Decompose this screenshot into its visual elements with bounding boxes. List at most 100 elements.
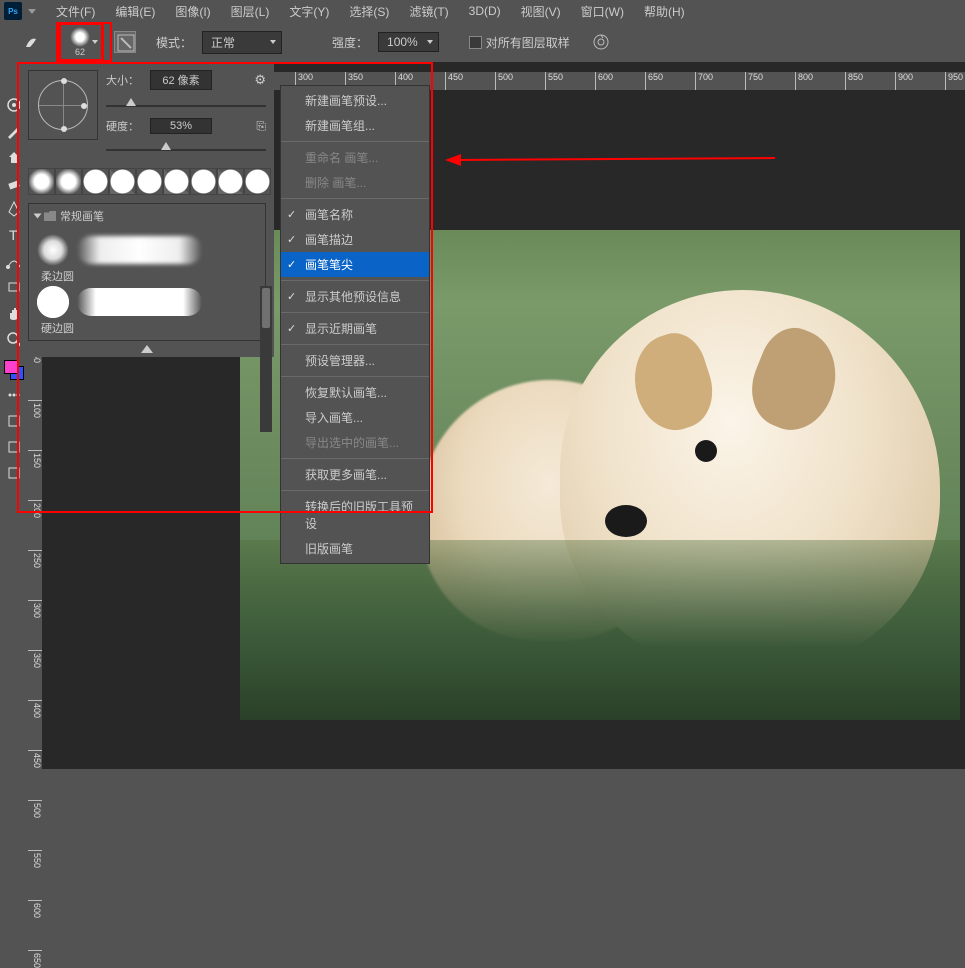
menu-filter[interactable]: 滤镜(T) <box>399 1 458 22</box>
context-menu-item[interactable]: 转换后的旧版工具预设 <box>281 494 429 536</box>
ruler-tick: 600 <box>28 900 42 918</box>
ruler-tick: 100 <box>28 400 42 418</box>
recent-brush[interactable] <box>190 168 217 195</box>
ruler-tick: 950 <box>945 72 963 90</box>
context-menu-label: 画笔笔尖 <box>305 258 353 272</box>
context-menu-label: 新建画笔组... <box>305 119 375 133</box>
context-menu-item: 删除 画笔... <box>281 170 429 195</box>
ruler-tick: 400 <box>28 700 42 718</box>
brush-thumb-icon <box>37 234 69 266</box>
size-slider[interactable] <box>106 98 266 112</box>
context-menu-item[interactable]: 获取更多画笔... <box>281 462 429 487</box>
context-menu-item[interactable]: 显示近期画笔 <box>281 316 429 341</box>
check-icon <box>287 232 297 242</box>
resize-handle-icon[interactable] <box>141 345 153 353</box>
context-menu-label: 导入画笔... <box>305 411 363 425</box>
brush-stroke-preview <box>77 288 202 316</box>
ruler-tick: 650 <box>28 950 42 968</box>
folder-header[interactable]: 常规画笔 <box>29 204 265 228</box>
context-menu-item[interactable]: 显示其他预设信息 <box>281 284 429 309</box>
recent-brush[interactable] <box>82 168 109 195</box>
context-menu-item[interactable]: 预设管理器... <box>281 348 429 373</box>
brush-panel-toggle[interactable] <box>114 31 136 53</box>
new-preset-icon[interactable]: ⎘ <box>256 119 266 134</box>
context-menu-label: 画笔描边 <box>305 233 353 247</box>
context-menu-item[interactable]: 画笔名称 <box>281 202 429 227</box>
sample-all-checkbox[interactable] <box>469 36 482 49</box>
brush-item-label: 柔边圆 <box>37 268 257 284</box>
context-menu-item[interactable]: 画笔描边 <box>281 227 429 252</box>
menu-type[interactable]: 文字(Y) <box>279 1 339 22</box>
recent-brush[interactable] <box>28 168 55 195</box>
gear-icon[interactable]: ⚙ <box>254 72 266 88</box>
strength-label: 强度： <box>332 34 368 51</box>
check-icon <box>287 257 297 267</box>
menu-layer[interactable]: 图层(L) <box>221 1 280 22</box>
ruler-tick: 500 <box>28 800 42 818</box>
context-menu-label: 转换后的旧版工具预设 <box>305 500 413 531</box>
brush-item-hard[interactable] <box>37 284 257 320</box>
color-swatch[interactable] <box>4 360 24 380</box>
recent-brush[interactable] <box>136 168 163 195</box>
more-tools-icon[interactable] <box>3 384 25 406</box>
context-menu-item: 导出选中的画笔... <box>281 430 429 455</box>
brush-folder-section: 常规画笔 柔边圆 硬边圆 <box>28 203 266 341</box>
brush-preset-picker[interactable]: 62 <box>56 22 104 62</box>
menu-window[interactable]: 窗口(W) <box>571 1 634 22</box>
recent-brush[interactable] <box>55 168 82 195</box>
check-icon <box>287 289 297 299</box>
edit-toolbar-icon[interactable] <box>3 410 25 432</box>
ruler-tick: 450 <box>445 72 463 90</box>
app-menu-arrow-icon[interactable] <box>28 9 36 14</box>
ruler-tick: 850 <box>845 72 863 90</box>
context-menu-label: 画笔名称 <box>305 208 353 222</box>
menu-edit[interactable]: 编辑(E) <box>105 1 165 22</box>
menu-help[interactable]: 帮助(H) <box>634 1 695 22</box>
menu-view[interactable]: 视图(V) <box>511 1 571 22</box>
ruler-tick: 300 <box>28 600 42 618</box>
menu-3d[interactable]: 3D(D) <box>459 2 511 20</box>
context-menu-label: 显示近期画笔 <box>305 322 377 336</box>
context-menu-label: 显示其他预设信息 <box>305 290 401 304</box>
quick-mask-icon[interactable] <box>3 436 25 458</box>
recent-brush[interactable] <box>163 168 190 195</box>
context-menu-item[interactable]: 画笔笔尖 <box>281 252 429 277</box>
brush-item-soft[interactable] <box>37 232 257 268</box>
screen-mode-icon[interactable] <box>3 462 25 484</box>
hardness-slider[interactable] <box>106 142 266 156</box>
context-menu-label: 导出选中的画笔... <box>305 436 399 450</box>
menu-select[interactable]: 选择(S) <box>339 1 399 22</box>
options-bar: 62 模式： 正常 强度： 100% 对所有图层取样 <box>0 22 965 62</box>
pressure-icon[interactable] <box>590 31 612 53</box>
strength-dropdown[interactable]: 100% <box>378 32 439 52</box>
context-menu-label: 预设管理器... <box>305 354 375 368</box>
recent-brush[interactable] <box>244 168 271 195</box>
ruler-tick: 350 <box>28 650 42 668</box>
ruler-tick: 750 <box>745 72 763 90</box>
hardness-input[interactable]: 53% <box>150 118 212 134</box>
menu-image[interactable]: 图像(I) <box>165 1 220 22</box>
foreground-color[interactable] <box>4 360 18 374</box>
context-menu-item[interactable]: 旧版画笔 <box>281 536 429 561</box>
brush-tip-shape[interactable] <box>28 70 98 140</box>
recent-brush[interactable] <box>109 168 136 195</box>
recent-brush[interactable] <box>217 168 244 195</box>
size-input[interactable]: 62 像素 <box>150 70 212 90</box>
sample-all-label: 对所有图层取样 <box>486 34 570 51</box>
panel-scrollbar[interactable] <box>260 286 272 432</box>
menu-file[interactable]: 文件(F) <box>46 1 105 22</box>
context-menu-item[interactable]: 恢复默认画笔... <box>281 380 429 405</box>
context-menu-item[interactable]: 新建画笔组... <box>281 113 429 138</box>
folder-icon <box>44 211 56 221</box>
context-menu-label: 旧版画笔 <box>305 542 353 556</box>
svg-text:T: T <box>9 227 18 243</box>
recent-brushes-row <box>20 164 274 199</box>
menu-separator <box>281 344 429 345</box>
size-label: 大小： <box>106 72 142 88</box>
blend-mode-dropdown[interactable]: 正常 <box>202 31 282 54</box>
context-menu-item[interactable]: 导入画笔... <box>281 405 429 430</box>
context-menu-item[interactable]: 新建画笔预设... <box>281 88 429 113</box>
menu-separator <box>281 280 429 281</box>
folder-label: 常规画笔 <box>60 208 104 224</box>
dropdown-arrow-icon <box>92 40 98 44</box>
